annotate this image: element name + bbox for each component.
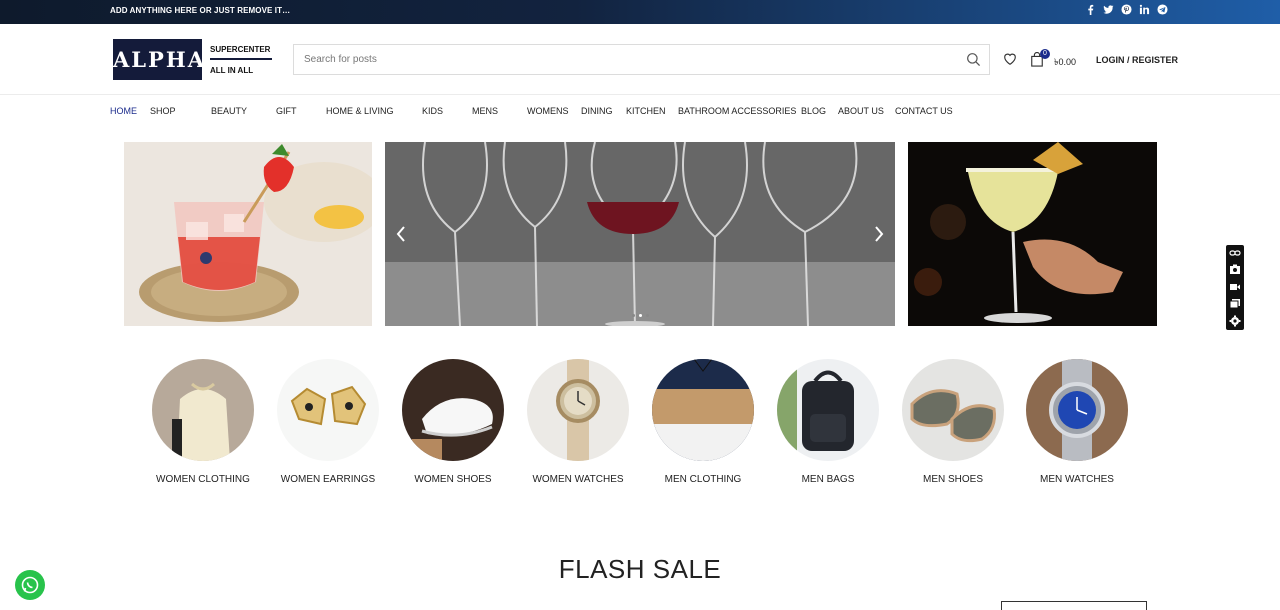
flash-sale-countdown-box — [1001, 601, 1147, 610]
link-icon[interactable] — [1229, 247, 1241, 259]
flash-sale-heading: FLASH SALE — [558, 554, 722, 584]
settings-gear-icon[interactable] — [1229, 315, 1241, 327]
logo-divider — [210, 58, 272, 60]
social-links — [1085, 4, 1168, 15]
nav-item-dining[interactable]: DINING — [581, 106, 613, 116]
nav-item-about-us[interactable]: ABOUT US — [838, 106, 884, 116]
category-image[interactable] — [902, 359, 1004, 461]
nav-item-beauty[interactable]: BEAUTY — [211, 106, 247, 116]
category-label: WOMEN WATCHES — [532, 474, 624, 485]
logo-tagline-top: SUPERCENTER — [210, 45, 271, 54]
nav-item-blog[interactable]: BLOG — [801, 106, 826, 116]
slider-dot-active[interactable] — [639, 314, 642, 317]
whatsapp-icon — [21, 576, 39, 594]
category-image[interactable] — [1026, 359, 1128, 461]
category-label: MEN BAGS — [801, 474, 855, 485]
category-women-shoes[interactable]: WOMEN SHOES — [388, 359, 518, 485]
slider-next-chevron-icon[interactable] — [874, 226, 884, 242]
category-image[interactable] — [277, 359, 379, 461]
site-logo[interactable]: ALPHA SUPERCENTER ALL IN ALL — [113, 39, 273, 80]
cart-count-badge: 0 — [1040, 49, 1050, 59]
category-men-bags[interactable]: MEN BAGS — [763, 359, 893, 485]
nav-item-kitchen[interactable]: KITCHEN — [626, 106, 666, 116]
site-header: ALPHA SUPERCENTER ALL IN ALL 0 ৳0.00 LOG… — [0, 24, 1280, 95]
nav-item-mens[interactable]: MENS — [472, 106, 498, 116]
wishlist-heart-icon[interactable] — [1003, 52, 1017, 66]
video-camera-icon[interactable] — [1229, 281, 1241, 293]
category-image[interactable] — [527, 359, 629, 461]
camera-icon[interactable] — [1229, 263, 1241, 275]
floating-side-toolbar — [1226, 245, 1244, 330]
nav-item-home[interactable]: HOME — [110, 106, 137, 116]
category-men-clothing[interactable]: MEN CLOTHING — [638, 359, 768, 485]
promo-text: ADD ANYTHING HERE OR JUST REMOVE IT… — [110, 6, 291, 15]
slider-prev-chevron-icon[interactable] — [396, 226, 406, 242]
search-input[interactable] — [294, 45, 934, 74]
category-women-clothing[interactable]: WOMEN CLOTHING — [138, 359, 268, 485]
nav-item-kids[interactable]: KIDS — [422, 106, 443, 116]
twitter-icon[interactable] — [1103, 4, 1114, 15]
linkedin-icon[interactable] — [1139, 4, 1150, 15]
category-label: MEN SHOES — [922, 474, 983, 485]
main-navigation: HOME SHOP BEAUTY GIFT HOME & LIVING KIDS… — [0, 104, 1280, 120]
search-icon[interactable] — [966, 52, 981, 67]
telegram-icon[interactable] — [1157, 4, 1168, 15]
category-women-earrings[interactable]: WOMEN EARRINGS — [263, 359, 393, 485]
slider-dot[interactable] — [632, 314, 635, 317]
facebook-icon[interactable] — [1085, 4, 1096, 15]
category-men-watches[interactable]: MEN WATCHES — [1012, 359, 1142, 485]
promo-banner-cocktail-glass[interactable] — [124, 142, 372, 326]
category-image[interactable] — [152, 359, 254, 461]
nav-item-gift[interactable]: GIFT — [276, 106, 297, 116]
hero-slider-wine-glasses[interactable] — [385, 142, 895, 326]
category-image[interactable] — [652, 359, 754, 461]
nav-item-home-living[interactable]: HOME & LIVING — [326, 106, 394, 116]
nav-item-shop[interactable]: SHOP — [150, 106, 176, 116]
nav-item-bathroom-accessories[interactable]: BATHROOM ACCESSORIES — [678, 106, 796, 116]
cart-total[interactable]: ৳0.00 — [1054, 55, 1076, 70]
category-label: WOMEN CLOTHING — [156, 474, 250, 485]
category-label: WOMEN SHOES — [414, 474, 492, 485]
pinterest-icon[interactable] — [1121, 4, 1132, 15]
category-label: MEN WATCHES — [1040, 474, 1114, 485]
category-women-watches[interactable]: WOMEN WATCHES — [513, 359, 643, 485]
promo-banner-margarita[interactable] — [908, 142, 1157, 326]
slider-dot[interactable] — [646, 314, 649, 317]
category-image[interactable] — [777, 359, 879, 461]
logo-tagline-bottom: ALL IN ALL — [210, 66, 254, 75]
search-bar — [293, 44, 990, 75]
category-label: WOMEN EARRINGS — [280, 474, 376, 485]
nav-item-contact-us[interactable]: CONTACT US — [895, 106, 953, 116]
login-register-link[interactable]: LOGIN / REGISTER — [1096, 55, 1178, 65]
nav-item-womens[interactable]: WOMENS — [527, 106, 569, 116]
gallery-icon[interactable] — [1229, 298, 1241, 310]
category-label: MEN CLOTHING — [664, 474, 742, 485]
whatsapp-chat-button[interactable] — [15, 570, 45, 600]
top-bar: ADD ANYTHING HERE OR JUST REMOVE IT… — [0, 0, 1280, 24]
slider-pagination — [632, 314, 649, 317]
logo-mark: ALPHA — [113, 39, 204, 80]
category-image[interactable] — [402, 359, 504, 461]
category-men-shoes[interactable]: MEN SHOES — [888, 359, 1018, 485]
